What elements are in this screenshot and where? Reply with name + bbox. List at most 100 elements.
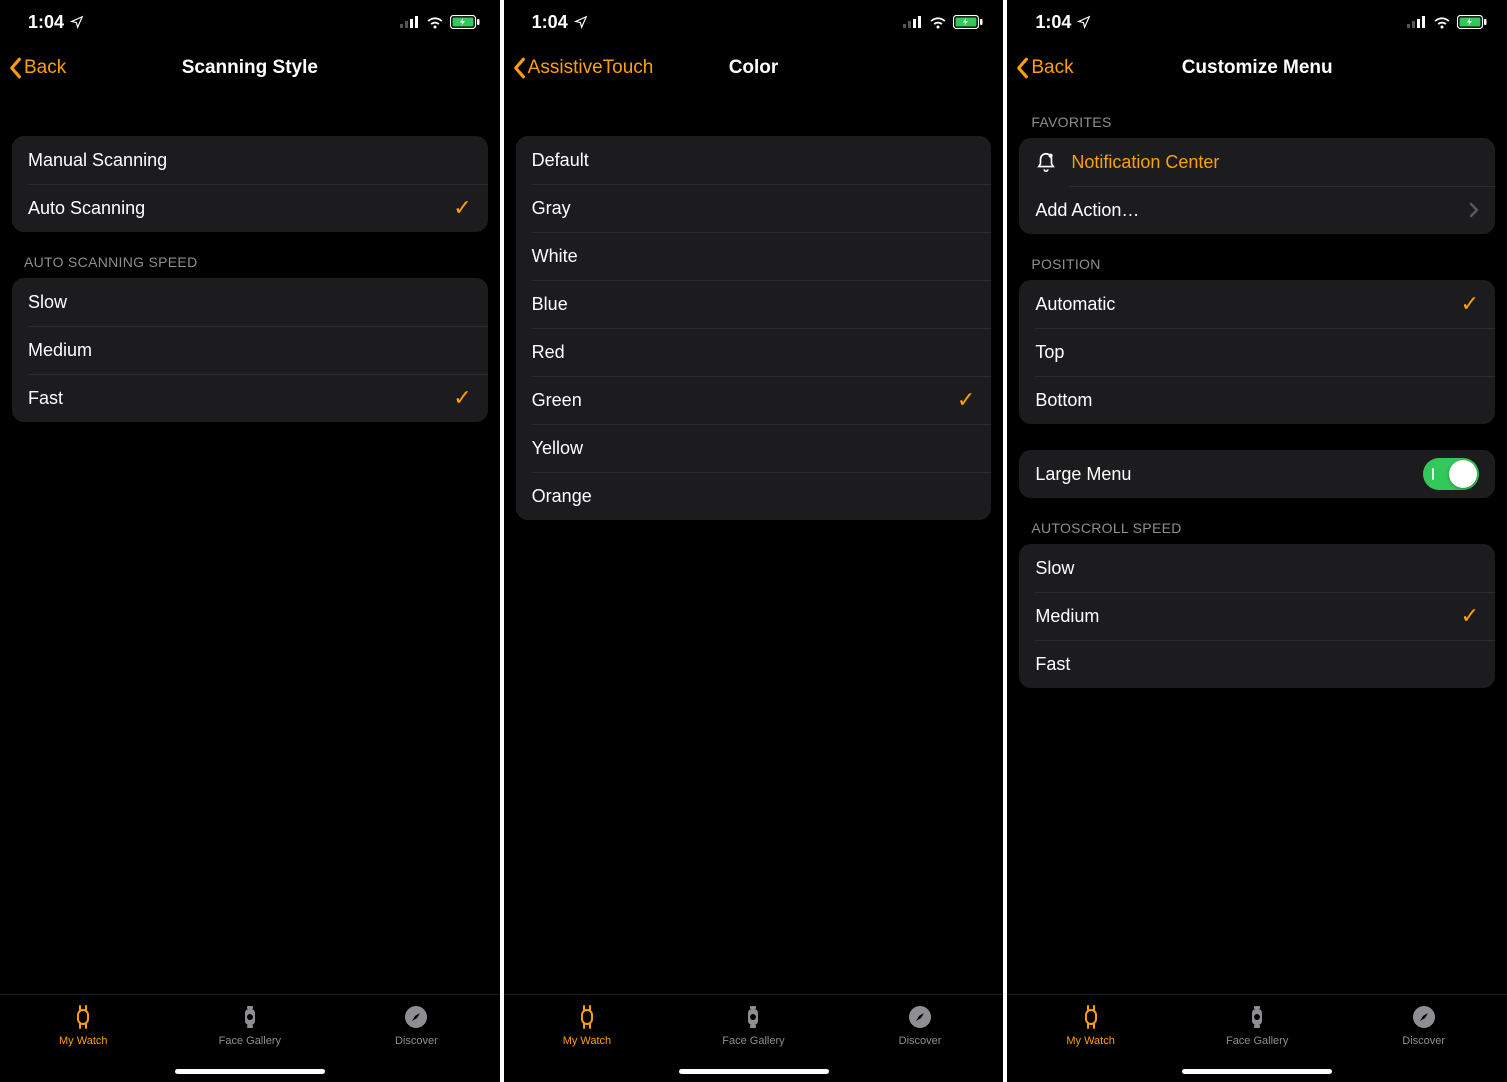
row-label: Slow <box>28 292 67 313</box>
page-title: Color <box>729 57 779 79</box>
row-color-yellow[interactable]: Yellow <box>516 424 992 472</box>
row-autoscroll-medium[interactable]: Medium ✓ <box>1019 592 1495 640</box>
nav-bar: Back Scanning Style <box>0 44 500 92</box>
page-title: Scanning Style <box>182 57 318 79</box>
row-label: Medium <box>1035 606 1099 627</box>
watch-face-icon <box>739 1003 767 1031</box>
back-button[interactable]: Back <box>8 57 66 79</box>
tab-face-gallery[interactable]: Face Gallery <box>693 1003 813 1047</box>
checkmark-icon: ✓ <box>1461 291 1479 317</box>
section-header-position: POSITION <box>1019 234 1495 280</box>
row-position-automatic[interactable]: Automatic ✓ <box>1019 280 1495 328</box>
row-label: Red <box>532 342 565 363</box>
large-menu-group: Large Menu <box>1019 450 1495 498</box>
status-time: 1:04 <box>532 12 568 33</box>
row-add-action[interactable]: Add Action… <box>1019 186 1495 234</box>
location-icon <box>70 15 84 29</box>
back-label: Back <box>1031 57 1073 79</box>
status-bar: 1:04 <box>1007 0 1507 44</box>
tab-label: Discover <box>899 1035 942 1047</box>
checkmark-icon: ✓ <box>1461 603 1479 629</box>
row-color-green[interactable]: Green ✓ <box>516 376 992 424</box>
back-label: AssistiveTouch <box>528 57 654 79</box>
tab-label: Face Gallery <box>722 1035 784 1047</box>
row-position-top[interactable]: Top <box>1019 328 1495 376</box>
page-title: Customize Menu <box>1182 57 1333 79</box>
checkmark-icon: ✓ <box>453 195 471 221</box>
row-label: Gray <box>532 198 571 219</box>
row-label: Notification Center <box>1071 152 1219 173</box>
content-area: Default Gray White Blue Red Green ✓ Yell… <box>504 92 1004 994</box>
position-group: Automatic ✓ Top Bottom <box>1019 280 1495 424</box>
row-autoscroll-slow[interactable]: Slow <box>1019 544 1495 592</box>
cellular-icon <box>903 16 923 28</box>
cellular-icon <box>400 16 420 28</box>
row-color-white[interactable]: White <box>516 232 992 280</box>
chevron-left-icon <box>8 57 22 79</box>
row-label: White <box>532 246 578 267</box>
row-label: Orange <box>532 486 592 507</box>
tab-my-watch[interactable]: My Watch <box>527 1003 647 1047</box>
row-label: Add Action… <box>1035 200 1139 221</box>
row-color-blue[interactable]: Blue <box>516 280 992 328</box>
section-header-favorites: FAVORITES <box>1019 92 1495 138</box>
row-position-bottom[interactable]: Bottom <box>1019 376 1495 424</box>
back-button[interactable]: AssistiveTouch <box>512 57 654 79</box>
watch-outline-icon <box>573 1003 601 1031</box>
row-label: Fast <box>28 388 63 409</box>
nav-bar: AssistiveTouch Color <box>504 44 1004 92</box>
row-large-menu[interactable]: Large Menu <box>1019 450 1495 498</box>
location-icon <box>574 15 588 29</box>
row-label: Top <box>1035 342 1064 363</box>
tab-discover[interactable]: Discover <box>356 1003 476 1047</box>
large-menu-toggle[interactable] <box>1423 458 1479 490</box>
tab-discover[interactable]: Discover <box>1364 1003 1484 1047</box>
row-color-red[interactable]: Red <box>516 328 992 376</box>
row-color-gray[interactable]: Gray <box>516 184 992 232</box>
color-group: Default Gray White Blue Red Green ✓ Yell… <box>516 136 992 520</box>
content-area: Manual Scanning Auto Scanning ✓ AUTO SCA… <box>0 92 500 994</box>
home-indicator[interactable] <box>175 1069 325 1074</box>
wifi-icon <box>1433 16 1451 29</box>
row-color-orange[interactable]: Orange <box>516 472 992 520</box>
row-label: Fast <box>1035 654 1070 675</box>
row-autoscroll-fast[interactable]: Fast <box>1019 640 1495 688</box>
row-label: Medium <box>28 340 92 361</box>
row-manual-scanning[interactable]: Manual Scanning <box>12 136 488 184</box>
tab-face-gallery[interactable]: Face Gallery <box>1197 1003 1317 1047</box>
scanning-speed-group: Slow Medium Fast ✓ <box>12 278 488 422</box>
back-button[interactable]: Back <box>1015 57 1073 79</box>
tab-discover[interactable]: Discover <box>860 1003 980 1047</box>
tab-label: Face Gallery <box>1226 1035 1288 1047</box>
tab-my-watch[interactable]: My Watch <box>23 1003 143 1047</box>
battery-charging-icon <box>1457 15 1487 29</box>
tab-my-watch[interactable]: My Watch <box>1031 1003 1151 1047</box>
nav-bar: Back Customize Menu <box>1007 44 1507 92</box>
row-speed-fast[interactable]: Fast ✓ <box>12 374 488 422</box>
tab-face-gallery[interactable]: Face Gallery <box>190 1003 310 1047</box>
row-speed-slow[interactable]: Slow <box>12 278 488 326</box>
compass-icon <box>906 1003 934 1031</box>
status-bar: 1:04 <box>504 0 1004 44</box>
row-auto-scanning[interactable]: Auto Scanning ✓ <box>12 184 488 232</box>
favorites-group: Notification Center Add Action… <box>1019 138 1495 234</box>
tab-label: Discover <box>1402 1035 1445 1047</box>
screen-color: 1:04 AssistiveTouch Color <box>504 0 1004 1082</box>
screen-customize-menu: 1:04 Back Customize Menu FAVORIT <box>1007 0 1507 1082</box>
autoscroll-group: Slow Medium ✓ Fast <box>1019 544 1495 688</box>
section-header-speed: AUTO SCANNING SPEED <box>12 232 488 278</box>
compass-icon <box>402 1003 430 1031</box>
home-indicator[interactable] <box>679 1069 829 1074</box>
status-time: 1:04 <box>28 12 64 33</box>
checkmark-icon: ✓ <box>453 385 471 411</box>
row-notification-center[interactable]: Notification Center <box>1019 138 1495 186</box>
chevron-left-icon <box>512 57 526 79</box>
cellular-icon <box>1407 16 1427 28</box>
wifi-icon <box>929 16 947 29</box>
row-label: Bottom <box>1035 390 1092 411</box>
home-indicator[interactable] <box>1182 1069 1332 1074</box>
bell-icon <box>1035 151 1057 173</box>
row-color-default[interactable]: Default <box>516 136 992 184</box>
row-speed-medium[interactable]: Medium <box>12 326 488 374</box>
content-area: FAVORITES Notification Center Add Action… <box>1007 92 1507 994</box>
